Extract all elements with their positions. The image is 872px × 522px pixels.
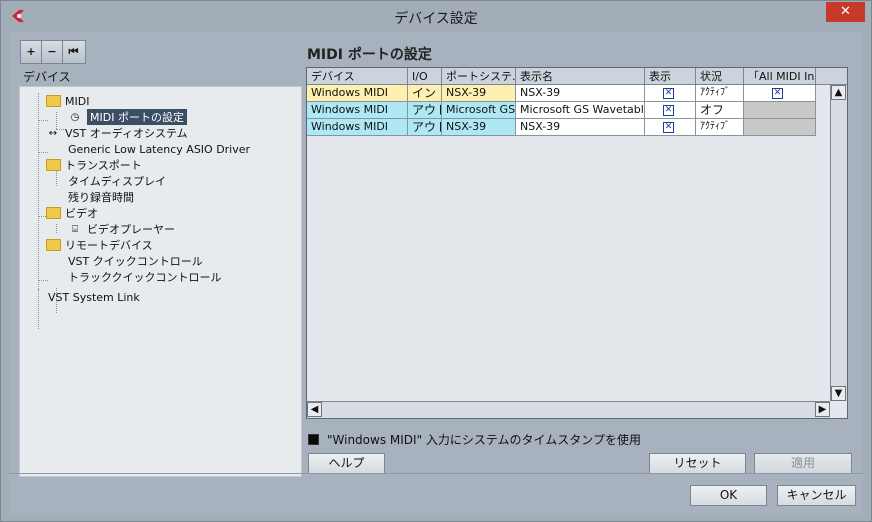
folder-icon [46,159,61,171]
scroll-right-icon[interactable]: ▶ [815,402,830,417]
visible-checkbox[interactable]: ✕ [663,87,674,99]
remove-device-button[interactable]: − [42,41,63,63]
cell-io: アウト [408,102,442,119]
tree-item-time-display[interactable]: タイムディスプレイ [68,173,166,189]
device-toolbar: + − ⏮ [20,40,86,64]
cell-io: アウト [408,119,442,136]
tree-item-video-player[interactable]: ⌸ ビデオプレーヤー [66,221,175,237]
column-header-port-system-name[interactable]: ポートシステ. [442,68,516,85]
cell-device: Windows MIDI [307,85,408,102]
audio-system-icon: ↔ [48,127,58,139]
system-timestamp-checkbox[interactable] [308,434,319,445]
folder-icon [46,95,61,107]
reset-button[interactable]: リセット [649,453,746,474]
scroll-up-icon[interactable]: ▲ [831,85,846,100]
cell-display-name[interactable]: NSX-39 [516,119,645,136]
title-bar[interactable]: デバイス設定 ✕ [1,1,871,32]
scroll-left-icon[interactable]: ◀ [307,402,322,417]
tree-item-video[interactable]: ビデオ [46,205,98,221]
cell-display-name[interactable]: NSX-39 [516,85,645,102]
dialog-body: + − ⏮ デバイス MIDI ◷ MIDI ポートの設定 ↔ VST オーディ… [9,32,863,515]
table-row[interactable]: Windows MIDI アウト Microsoft GS Microsoft … [307,102,832,119]
midi-port-icon: ◷ [70,111,80,123]
cell-status[interactable]: ｱｸﾃｨﾌﾞ [696,85,744,102]
close-icon: ✕ [840,4,851,19]
horizontal-scrollbar[interactable]: ◀ ▶ [307,401,830,418]
system-timestamp-label: "Windows MIDI" 入力にシステムのタイムスタンプを使用 [327,433,641,447]
column-header-device[interactable]: デバイス [307,68,408,85]
cell-device: Windows MIDI [307,102,408,119]
reset-device-button[interactable]: ⏮ [63,41,84,63]
cell-status[interactable]: ｱｸﾃｨﾌﾞ [696,119,744,136]
column-header-visible[interactable]: 表示 [645,68,696,85]
scroll-down-icon[interactable]: ▼ [831,386,846,401]
cell-all-midi-in: ✕ [744,85,816,102]
device-section-label: デバイス [23,70,71,84]
column-header-io[interactable]: I/O [408,68,442,85]
cell-all-midi-in [744,119,816,136]
window-title: デバイス設定 [394,11,478,27]
help-button[interactable]: ヘルプ [308,453,385,474]
cancel-button[interactable]: キャンセル [777,485,856,506]
tree-item-transport[interactable]: トランスポート [46,157,142,173]
cell-io: イン [408,85,442,102]
tree-item-midi-port-settings[interactable]: ◷ MIDI ポートの設定 [66,109,187,125]
column-header-display-name[interactable]: 表示名 [516,68,645,85]
cell-port-system-name: NSX-39 [442,85,516,102]
cell-visible: ✕ [645,102,696,119]
midi-port-table: デバイス I/O ポートシステ. 表示名 表示 状況 「All MIDI In … [306,67,848,419]
cell-visible: ✕ [645,85,696,102]
tree-item-record-time-remaining[interactable]: 残り録音時間 [68,189,134,205]
cell-visible: ✕ [645,119,696,136]
column-header-all-midi-in[interactable]: 「All MIDI In [744,68,816,85]
midi-port-panel: MIDI ポートの設定 デバイス I/O ポートシステ. 表示名 表示 状況 「… [306,40,854,480]
visible-checkbox[interactable]: ✕ [663,104,674,116]
vertical-scrollbar[interactable]: ▲ ▼ [830,85,847,401]
device-tree[interactable]: MIDI ◷ MIDI ポートの設定 ↔ VST オーディオシステム Gener… [19,86,302,477]
device-settings-window: デバイス設定 ✕ + − ⏮ デバイス MIDI ◷ MIDI ポートの設定 ↔… [0,0,872,522]
tree-item-asio-driver[interactable]: Generic Low Latency ASIO Driver [68,141,250,157]
cell-port-system-name: NSX-39 [442,119,516,136]
column-header-status[interactable]: 状況 [696,68,744,85]
ok-button[interactable]: OK [690,485,767,506]
tree-item-vst-system-link[interactable]: VST System Link [48,289,140,305]
footer-separator [9,473,863,474]
cell-display-name[interactable]: Microsoft GS Wavetable [516,102,645,119]
visible-checkbox[interactable]: ✕ [663,121,674,133]
tree-item-vst-quick-controls[interactable]: VST クイックコントロール [68,253,203,269]
all-midi-in-checkbox[interactable]: ✕ [772,87,783,99]
cell-all-midi-in [744,102,816,119]
cell-device: Windows MIDI [307,119,408,136]
cell-status[interactable]: オフ [696,102,744,119]
add-device-button[interactable]: + [21,41,42,63]
folder-icon [46,207,61,219]
folder-icon [46,239,61,251]
tree-item-track-quick-controls[interactable]: トラッククイックコントロール [68,269,222,285]
apply-button[interactable]: 適用 [754,453,852,474]
tree-item-remote-devices[interactable]: リモートデバイス [46,237,153,253]
table-row[interactable]: Windows MIDI アウト NSX-39 NSX-39 ✕ ｱｸﾃｨﾌﾞ [307,119,832,136]
tree-item-midi[interactable]: MIDI [46,93,89,109]
table-row[interactable]: Windows MIDI イン NSX-39 NSX-39 ✕ ｱｸﾃｨﾌﾞ ✕ [307,85,832,102]
panel-title: MIDI ポートの設定 [307,47,432,63]
tree-item-vst-audio-system[interactable]: ↔ VST オーディオシステム [44,125,188,141]
table-header: デバイス I/O ポートシステ. 表示名 表示 状況 「All MIDI In [307,68,847,85]
close-button[interactable]: ✕ [826,2,865,22]
system-timestamp-option[interactable]: "Windows MIDI" 入力にシステムのタイムスタンプを使用 [308,431,641,448]
video-player-icon: ⌸ [72,223,78,235]
cell-port-system-name: Microsoft GS [442,102,516,119]
device-panel: + − ⏮ デバイス MIDI ◷ MIDI ポートの設定 ↔ VST オーディ… [19,40,302,477]
